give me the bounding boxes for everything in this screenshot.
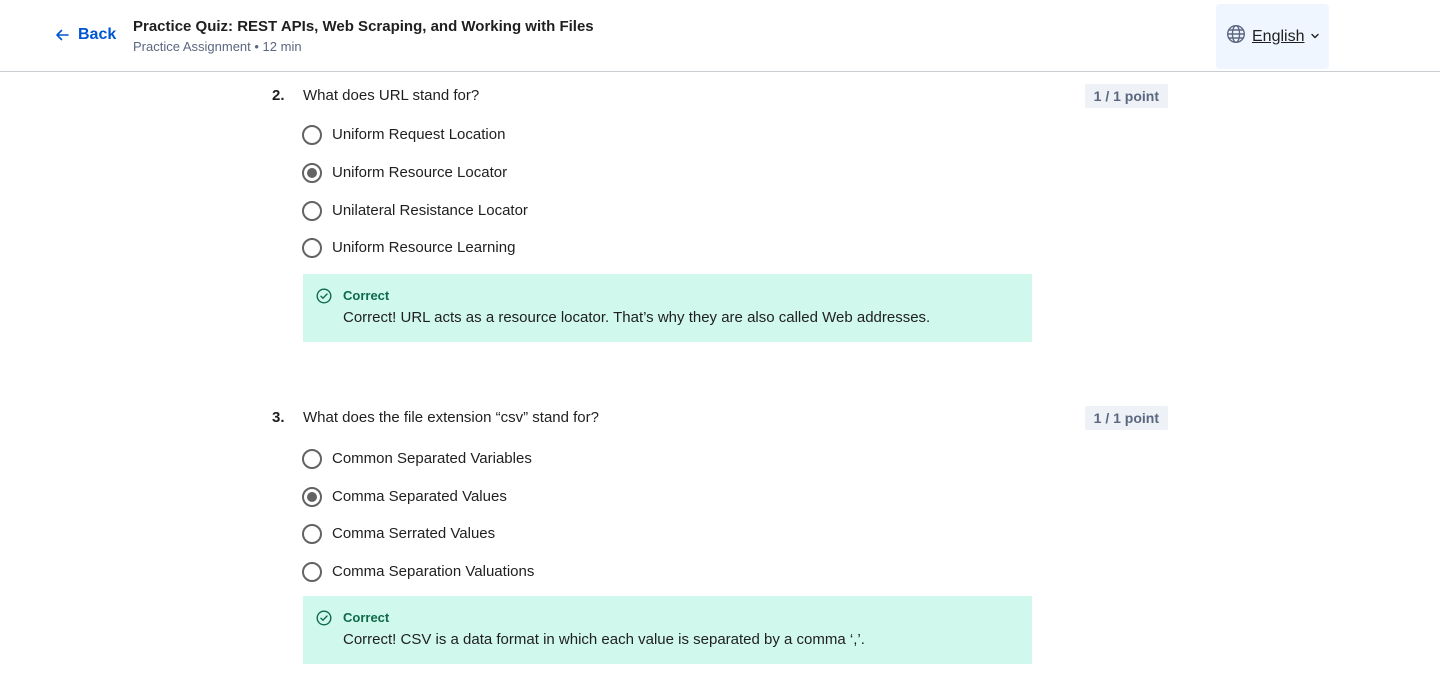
- question-text: What does URL stand for?: [303, 87, 480, 104]
- feedback-text: Correct! URL acts as a resource locator.…: [343, 309, 931, 326]
- question-text: What does the file extension “csv” stand…: [303, 409, 599, 426]
- answer-option[interactable]: Comma Serrated Values: [302, 524, 495, 544]
- radio-button[interactable]: [302, 524, 322, 544]
- answer-option[interactable]: Uniform Request Location: [302, 125, 505, 145]
- title-block: Practice Quiz: REST APIs, Web Scraping, …: [133, 17, 594, 56]
- feedback-box: Correct Correct! CSV is a data format in…: [303, 596, 1032, 664]
- globe-icon: [1226, 24, 1246, 49]
- option-label: Comma Separated Values: [332, 488, 507, 505]
- radio-button[interactable]: [302, 125, 322, 145]
- radio-button[interactable]: [302, 562, 322, 582]
- option-label: Uniform Resource Learning: [332, 239, 516, 256]
- feedback-status: Correct: [343, 610, 390, 625]
- back-label: Back: [78, 26, 117, 43]
- points-badge: 1 / 1 point: [1084, 84, 1168, 108]
- language-label: English: [1252, 27, 1305, 45]
- page-header: Back Practice Quiz: REST APIs, Web Scrap…: [0, 0, 1440, 72]
- check-circle-icon: [316, 288, 332, 309]
- option-label: Common Separated Variables: [332, 450, 532, 467]
- radio-button[interactable]: [302, 201, 322, 221]
- answer-option[interactable]: Common Separated Variables: [302, 449, 532, 469]
- answer-option[interactable]: Uniform Resource Locator: [302, 163, 507, 183]
- option-label: Uniform Request Location: [332, 126, 506, 143]
- language-selector[interactable]: English: [1216, 4, 1329, 69]
- question-2: 2. What does URL stand for? 1 / 1 point …: [272, 84, 1168, 346]
- option-label: Unilateral Resistance Locator: [332, 202, 528, 219]
- answer-option[interactable]: Comma Separation Valuations: [302, 562, 534, 582]
- chevron-down-icon: [1310, 28, 1320, 46]
- check-circle-icon: [316, 610, 332, 631]
- points-badge: 1 / 1 point: [1084, 406, 1168, 430]
- feedback-text: Correct! CSV is a data format in which e…: [343, 631, 865, 648]
- page-title: Practice Quiz: REST APIs, Web Scraping, …: [133, 18, 594, 35]
- answer-option[interactable]: Comma Separated Values: [302, 487, 507, 507]
- answer-option[interactable]: Uniform Resource Learning: [302, 238, 515, 258]
- option-label: Comma Serrated Values: [332, 525, 496, 542]
- option-label: Uniform Resource Locator: [332, 164, 508, 181]
- feedback-box: Correct Correct! URL acts as a resource …: [303, 274, 1032, 342]
- radio-button[interactable]: [302, 449, 322, 469]
- arrow-left-icon: [54, 27, 70, 43]
- radio-button-selected[interactable]: [302, 163, 322, 183]
- page-subtitle: Practice Assignment • 12 min: [133, 39, 302, 54]
- radio-button[interactable]: [302, 238, 322, 258]
- feedback-status: Correct: [343, 288, 390, 303]
- question-number: 2.: [272, 87, 285, 104]
- question-number: 3.: [272, 409, 285, 426]
- back-button[interactable]: Back: [54, 26, 116, 44]
- radio-button-selected[interactable]: [302, 487, 322, 507]
- option-label: Comma Separation Valuations: [332, 563, 535, 580]
- question-3: 3. What does the file extension “csv” st…: [272, 406, 1168, 668]
- answer-option[interactable]: Unilateral Resistance Locator: [302, 201, 528, 221]
